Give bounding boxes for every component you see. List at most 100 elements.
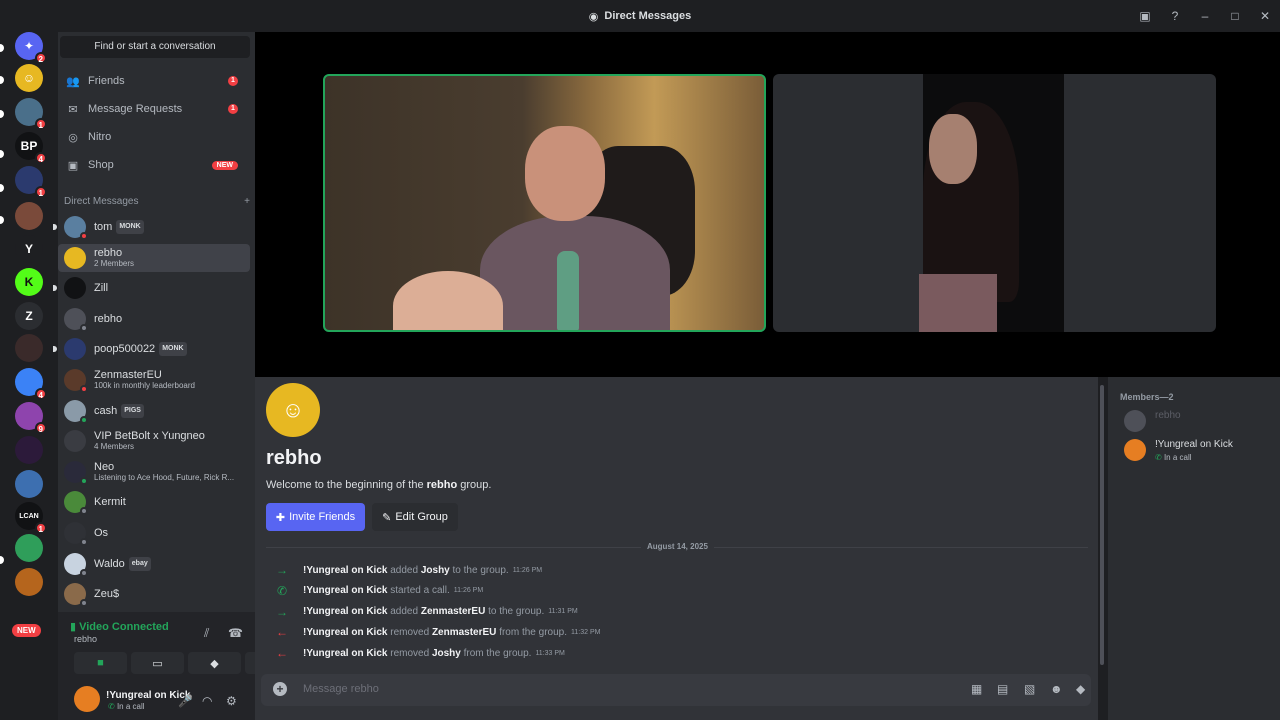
dm-item[interactable]: Neo Listening to Ace Hood, Future, Rick R… — [58, 458, 250, 486]
avatar — [64, 216, 88, 240]
status-indicator — [80, 476, 88, 485]
guild-avatar-icon[interactable]: 1 — [15, 98, 47, 130]
notification-badge: 1 — [34, 522, 47, 534]
count-badge: 1 — [228, 76, 238, 86]
message-verb: started a call. — [390, 585, 450, 597]
dm-name: Waldo ebay — [94, 556, 151, 571]
guild-server-icon[interactable]: 4 — [15, 368, 47, 400]
guild-server-icon[interactable] — [15, 202, 43, 230]
guild-server-icon[interactable]: 1 — [15, 166, 47, 198]
dm-text: VIP BetBolt x Yungneo 4 Members — [94, 430, 205, 452]
dm-sidebar: Find or start a conversation 👥 Friends 1 ✉ M… — [53, 32, 298, 720]
sidebar-item-message-requests[interactable]: ✉ Message Requests 1 — [58, 96, 250, 122]
sidebar-item-shop[interactable]: ▣ Shop NEW — [58, 152, 250, 178]
video-tile-speaking[interactable] — [323, 74, 766, 332]
guild-server-icon[interactable]: Z — [15, 302, 43, 330]
gift-icon[interactable]: ▦ — [971, 682, 982, 696]
avatar[interactable] — [74, 686, 100, 712]
minimize-icon[interactable]: – — [1190, 9, 1220, 23]
apps-icon[interactable]: ◆ — [1076, 682, 1085, 696]
dm-item[interactable]: cash PIGS — [58, 397, 250, 425]
chat-scrollbar[interactable] — [1100, 385, 1104, 665]
new-badge: NEW — [12, 624, 41, 637]
activity-button[interactable]: ◆ — [188, 652, 241, 674]
avatar — [64, 522, 88, 546]
screen-share-button[interactable]: ▭ — [131, 652, 184, 674]
guild-server-icon[interactable] — [15, 436, 43, 464]
member-item[interactable]: !Yungreal on Kick ✆ In a call — [1124, 437, 1274, 465]
message-target[interactable]: Joshy — [421, 565, 450, 576]
message-actor[interactable]: !Yungreal on Kick — [303, 585, 387, 596]
guild-discord-icon[interactable]: ✦ 2 — [15, 32, 47, 64]
dm-item[interactable]: poop500022 MONK — [53, 335, 250, 363]
dm-name: tom MONK — [94, 220, 144, 234]
dm-text: Zill — [94, 282, 108, 294]
dm-item[interactable]: tom MONK — [53, 213, 250, 241]
dm-item[interactable]: rebho 2 Members — [58, 243, 250, 272]
dm-name-text: Zeu$ — [94, 588, 120, 601]
gif-icon[interactable]: ▤ — [997, 682, 1008, 696]
message-target[interactable]: Joshy — [432, 648, 461, 659]
emoji-icon[interactable]: ☻ — [1050, 682, 1063, 696]
noise-suppression-icon[interactable]: ⫽ — [204, 626, 209, 641]
create-dm-icon[interactable]: + — [244, 196, 250, 207]
dm-name-text: tom — [94, 220, 113, 233]
close-icon[interactable]: ✕ — [1250, 9, 1280, 23]
message-target[interactable]: ZenmasterEU — [432, 627, 496, 638]
message-actor[interactable]: !Yungreal on Kick — [303, 648, 387, 659]
maximize-icon[interactable]: □ — [1220, 9, 1250, 23]
window-controls: ▣ ? – □ ✕ — [1130, 0, 1280, 32]
camera-button[interactable]: ■ — [74, 652, 127, 674]
avatar — [64, 552, 88, 577]
guild-kick-icon[interactable]: K — [15, 268, 43, 296]
dm-item[interactable]: Waldo ebay — [58, 550, 250, 578]
arrow-left-icon: ← — [276, 625, 288, 640]
message-actor[interactable]: !Yungreal on Kick — [303, 565, 387, 576]
sidebar-item-label: Message Requests — [88, 103, 183, 115]
message-composer[interactable]: + Message rebho ▦ ▤ ▧ ☻ ◆ — [261, 674, 1091, 706]
inbox-icon[interactable]: ▣ — [1130, 9, 1160, 23]
guild-server-icon[interactable] — [15, 334, 43, 362]
message-actor[interactable]: !Yungreal on Kick — [303, 606, 387, 617]
dm-item[interactable]: Os — [58, 519, 250, 547]
person-head-shape — [525, 126, 605, 221]
activity-icon: ◆ — [210, 657, 219, 670]
disconnect-icon[interactable]: ☎ — [228, 626, 243, 640]
message-actor[interactable]: !Yungreal on Kick — [303, 627, 387, 638]
guild-server-icon[interactable] — [15, 534, 43, 562]
guild-server-icon[interactable]: LCAN 1 — [15, 502, 47, 534]
edit-group-button[interactable]: ✎ Edit Group — [372, 503, 458, 531]
dm-text: Waldo ebay — [94, 556, 151, 571]
new-badge: NEW — [211, 160, 238, 170]
dm-item[interactable]: rebho — [58, 305, 250, 333]
dm-item[interactable]: Kermit — [58, 488, 250, 516]
microphone-icon[interactable]: 🎤 — [178, 694, 193, 708]
attach-plus-icon[interactable]: + — [273, 682, 287, 696]
find-conversation-button[interactable]: Find or start a conversation — [60, 36, 250, 58]
dm-item[interactable]: Zeu$ — [58, 580, 250, 608]
video-tile[interactable] — [773, 74, 1216, 332]
message-input[interactable]: Message rebho — [303, 683, 379, 695]
sidebar-item-nitro[interactable]: ◎ Nitro — [58, 124, 250, 150]
headphones-icon[interactable]: ◠ — [202, 694, 212, 708]
guild-server-icon[interactable]: BP 4 — [15, 132, 47, 164]
guild-server-icon[interactable]: Y — [15, 235, 43, 263]
guild-server-icon[interactable]: 9 — [15, 402, 47, 434]
dm-name-text: VIP BetBolt x Yungneo — [94, 430, 205, 443]
sticker-icon[interactable]: ▧ — [1024, 682, 1035, 696]
guild-group-icon[interactable]: ☺ — [15, 64, 43, 92]
dm-item[interactable]: VIP BetBolt x Yungneo 4 Members — [58, 427, 250, 455]
invite-friends-button[interactable]: ✚ Invite Friends — [266, 503, 365, 531]
system-message: ← !Yungreal on Kick removed ZenmasterEU f… — [272, 622, 1082, 642]
member-item[interactable]: rebho — [1124, 408, 1274, 436]
dm-item[interactable]: ZenmasterEU 100k in monthly leaderboard — [58, 366, 250, 394]
message-target[interactable]: ZenmasterEU — [421, 606, 485, 617]
message-rest: from the group. — [499, 626, 567, 638]
sidebar-item-friends[interactable]: 👥 Friends 1 — [58, 68, 250, 94]
dm-item[interactable]: Zill — [53, 274, 250, 302]
settings-icon[interactable]: ⚙ — [226, 694, 237, 708]
dm-text: Neo Listening to Ace Hood, Future, Rick R… — [94, 461, 234, 483]
help-icon[interactable]: ? — [1160, 9, 1190, 23]
guild-server-icon[interactable] — [15, 470, 43, 498]
guild-server-icon[interactable] — [15, 568, 43, 596]
